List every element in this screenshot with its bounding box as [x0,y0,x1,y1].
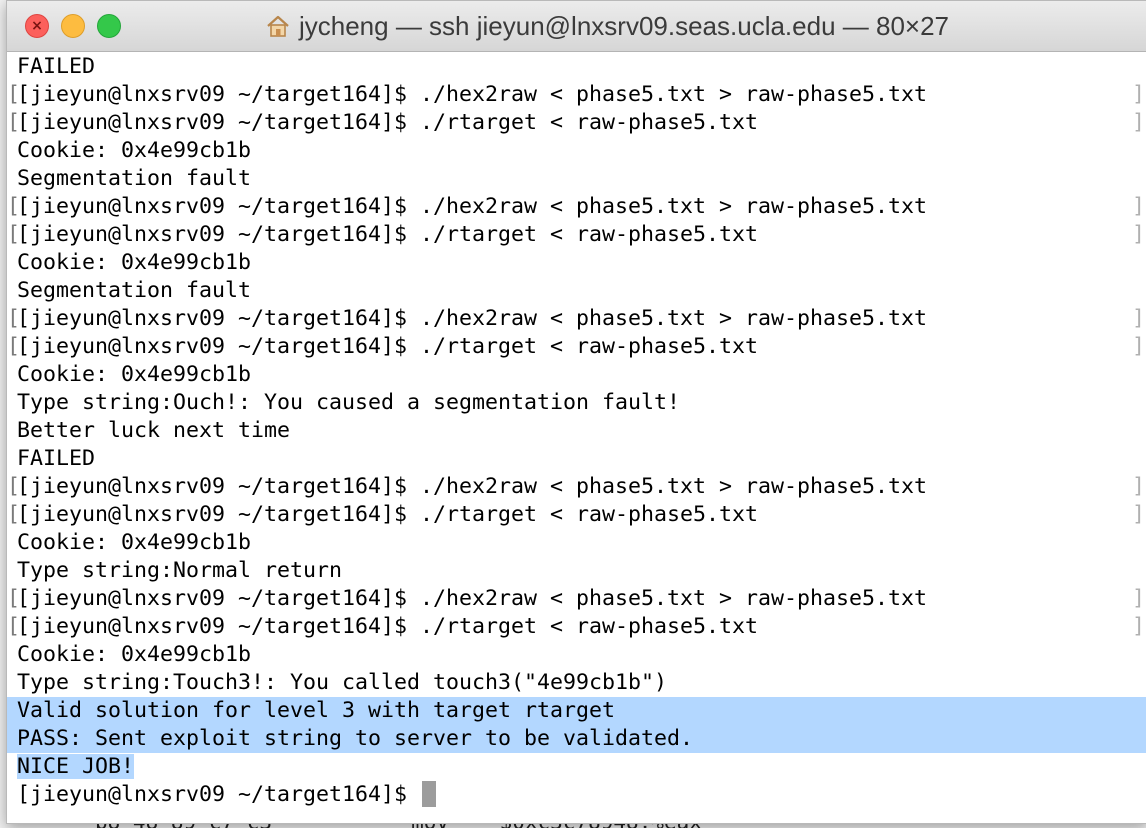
line-bracket-end: ] [1131,306,1145,331]
terminal-line: Cookie: 0x4e99cb1b [7,641,1146,669]
terminal-line: Segmentation fault [7,165,1146,193]
terminal-line: [[jieyun@lnxsrv09 ~/target164]$ ./rtarge… [7,333,1146,361]
terminal-line: FAILED [7,445,1146,473]
terminal-line-text: [jieyun@lnxsrv09 ~/target164]$ ./hex2raw… [17,82,928,107]
terminal-line: Type string:Normal return [7,557,1146,585]
window-title-wrap: jycheng — ssh jieyun@lnxsrv09.seas.ucla.… [7,1,1146,51]
terminal-output[interactable]: FAILED [[jieyun@lnxsrv09 ~/target164]$ ./… [7,53,1146,823]
terminal-line-text: [jieyun@lnxsrv09 ~/target164]$ ./rtarget… [17,334,759,359]
terminal-line-text: Cookie: 0x4e99cb1b [17,250,252,275]
terminal-line: [[jieyun@lnxsrv09 ~/target164]$ ./rtarge… [7,109,1146,137]
terminal-line-text: [jieyun@lnxsrv09 ~/target164]$ ./rtarget… [17,614,759,639]
terminal-line-text: FAILED [17,54,96,79]
line-bracket-end: ] [1131,110,1145,135]
terminal-line-text: Segmentation fault [17,166,252,191]
terminal-line: Cookie: 0x4e99cb1b [7,137,1146,165]
terminal-line: [[jieyun@lnxsrv09 ~/target164]$ ./hex2ra… [7,585,1146,613]
line-bracket-end: ] [1131,614,1145,639]
terminal-line: Cookie: 0x4e99cb1b [7,361,1146,389]
terminal-line: [[jieyun@lnxsrv09 ~/target164]$ ./hex2ra… [7,81,1146,109]
line-gutter: [ [7,334,21,359]
line-gutter: [ [7,586,21,611]
line-bracket-end: ] [1131,474,1145,499]
terminal-line: Type string:Ouch!: You caused a segmenta… [7,389,1146,417]
terminal-line: Cookie: 0x4e99cb1b [7,529,1146,557]
terminal-line-text: Cookie: 0x4e99cb1b [17,362,252,387]
terminal-line: [[jieyun@lnxsrv09 ~/target164]$ ./rtarge… [7,613,1146,641]
terminal-line-text: Type string:Normal return [17,558,343,583]
terminal-line: Better luck next time [7,417,1146,445]
window-title: jycheng — ssh jieyun@lnxsrv09.seas.ucla.… [298,10,950,41]
line-bracket-end: ] [1131,82,1145,107]
terminal-line: PASS: Sent exploit string to server to b… [7,725,1146,753]
line-bracket-end: ] [1131,334,1145,359]
terminal-line-text: PASS: Sent exploit string to server to b… [17,726,694,751]
terminal-line-text: [jieyun@lnxsrv09 ~/target164]$ ./hex2raw… [17,586,928,611]
terminal-line: NICE JOB! [7,753,1146,781]
terminal-line-text: FAILED [17,446,96,471]
terminal-line-text: Type string:Touch3!: You called touch3("… [17,670,668,695]
terminal-line-text: [jieyun@lnxsrv09 ~/target164]$ ./hex2raw… [17,474,928,499]
line-gutter: [ [7,222,21,247]
terminal-window: × jycheng — ssh jieyun@lnxsrv09.seas.ucl… [6,0,1146,824]
text-cursor [422,781,437,807]
terminal-line: FAILED [7,53,1146,81]
terminal-line-text: Cookie: 0x4e99cb1b [17,530,252,555]
line-gutter: [ [7,110,21,135]
line-bracket-end: ] [1131,194,1145,219]
line-gutter: [ [7,614,21,639]
line-bracket-end: ] [1131,586,1145,611]
line-bracket-end: ] [1131,222,1145,247]
line-gutter: [ [7,194,21,219]
terminal-line: Type string:Touch3!: You called touch3("… [7,669,1146,697]
line-gutter: [ [7,474,21,499]
terminal-line: [[jieyun@lnxsrv09 ~/target164]$ ./hex2ra… [7,473,1146,501]
terminal-line: [[jieyun@lnxsrv09 ~/target164]$ ./rtarge… [7,501,1146,529]
line-gutter: [ [7,306,21,331]
terminal-line-text: Better luck next time [17,418,291,443]
terminal-line: [[jieyun@lnxsrv09 ~/target164]$ ./rtarge… [7,221,1146,249]
terminal-line-text: NICE JOB! [17,754,135,779]
terminal-line-text: Cookie: 0x4e99cb1b [17,642,252,667]
line-gutter: [ [7,502,21,527]
terminal-line-text: [jieyun@lnxsrv09 ~/target164]$ ./rtarget… [17,110,759,135]
terminal-line-text: [jieyun@lnxsrv09 ~/target164]$ ./rtarget… [17,222,759,247]
terminal-line-text: Valid solution for level 3 with target r… [17,698,616,723]
terminal-line-text: [jieyun@lnxsrv09 ~/target164]$ ./hex2raw… [17,306,928,331]
title-bar[interactable]: × jycheng — ssh jieyun@lnxsrv09.seas.ucl… [7,1,1146,52]
terminal-line: [jieyun@lnxsrv09 ~/target164]$ [7,781,1146,809]
terminal-line-text: Cookie: 0x4e99cb1b [17,138,252,163]
terminal-line-text: [jieyun@lnxsrv09 ~/target164]$ ./rtarget… [17,502,759,527]
terminal-line-text: [jieyun@lnxsrv09 ~/target164]$ ./hex2raw… [17,194,928,219]
terminal-line: Valid solution for level 3 with target r… [7,697,1146,725]
terminal-line-text: [jieyun@lnxsrv09 ~/target164]$ [17,782,421,807]
terminal-line: [[jieyun@lnxsrv09 ~/target164]$ ./hex2ra… [7,305,1146,333]
line-gutter: [ [7,82,21,107]
terminal-line: Cookie: 0x4e99cb1b [7,249,1146,277]
line-bracket-end: ] [1131,502,1145,527]
terminal-line-text: Segmentation fault [17,278,252,303]
terminal-line: Segmentation fault [7,277,1146,305]
terminal-line-text: Type string:Ouch!: You caused a segmenta… [17,390,681,415]
home-icon [267,15,289,37]
terminal-line: [[jieyun@lnxsrv09 ~/target164]$ ./hex2ra… [7,193,1146,221]
